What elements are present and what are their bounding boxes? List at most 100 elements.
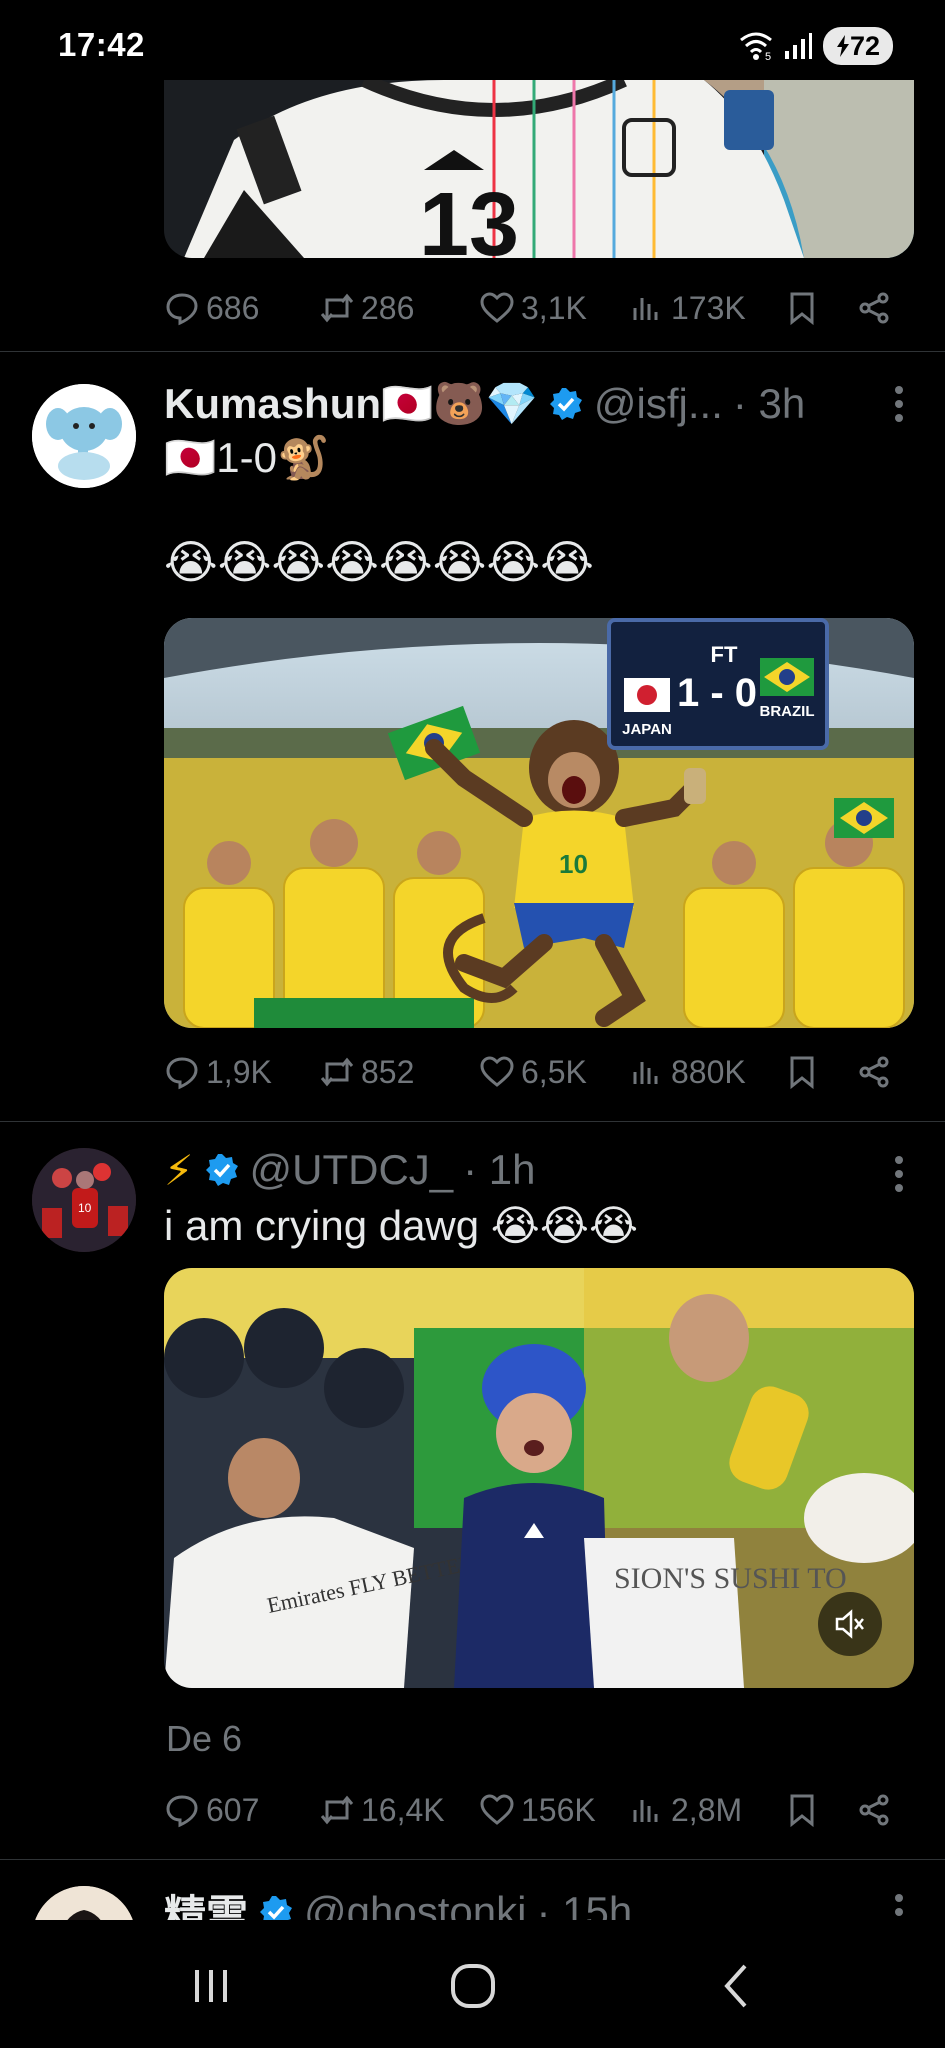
back-icon	[724, 1964, 747, 2008]
retweet-button[interactable]: 852	[319, 1054, 479, 1091]
retweet-icon	[320, 1057, 354, 1087]
battery-indicator: 72	[823, 27, 893, 65]
display-name[interactable]: Kumashun🇯🇵🐻💎	[164, 380, 538, 429]
handle[interactable]: @UTDCJ_	[250, 1146, 454, 1194]
svg-text:13: 13	[419, 175, 519, 258]
reply-count: 1,9K	[206, 1053, 272, 1090]
monkey-celebration-image: 10 FT 1 - 0 JAPAN BRAZIL	[164, 618, 914, 1028]
like-button[interactable]: 6,5K	[479, 1054, 629, 1091]
reply-icon	[166, 293, 198, 326]
share-icon	[859, 1794, 889, 1826]
tweet-date-text: De 6	[166, 1718, 243, 1759]
handle[interactable]: @isfj...	[594, 380, 723, 428]
reply-button[interactable]: 607	[164, 1792, 319, 1829]
status-time: 17:42	[58, 26, 145, 63]
tweet-actions: 1,9K 852 6,5K 880K	[164, 1050, 914, 1094]
status-icons: 5 72	[739, 26, 893, 66]
tweet-text: i am crying dawg 😭😭😭	[164, 1202, 639, 1249]
tweet-media-image[interactable]: 13	[164, 80, 914, 258]
reply-button[interactable]: 1,9K	[164, 1054, 319, 1091]
tweet-media-image[interactable]: 10 FT 1 - 0 JAPAN BRAZIL	[164, 618, 914, 1028]
tweet[interactable]: Kumashun🇯🇵🐻💎 @isfj... · 3h 🇯🇵1-0🐒 😭😭😭😭😭😭…	[0, 352, 945, 1122]
avatar-football-image: 10	[32, 1148, 136, 1252]
wifi-icon: 5	[740, 32, 772, 62]
system-navigation-bar	[0, 1920, 945, 2048]
retweet-count: 286	[361, 289, 415, 326]
like-button[interactable]: 156K	[479, 1792, 629, 1829]
bookmark-icon	[790, 1794, 814, 1828]
sign-text: SION'S SUSHI TO	[614, 1562, 847, 1595]
like-count: 3,1K	[521, 289, 587, 326]
battery-level: 72	[849, 30, 881, 61]
avatar[interactable]	[32, 384, 136, 488]
timestamp[interactable]: · 1h	[463, 1146, 535, 1194]
tweet-text: 🇯🇵1-0🐒 😭😭😭😭😭😭😭😭	[164, 432, 594, 588]
jersey-photo: 13	[164, 80, 914, 258]
svg-text:5: 5	[765, 51, 771, 62]
tweet-media-video[interactable]: Emirates FLY BETTER SION'S SUSHI TO	[164, 1268, 914, 1688]
tweet-text-line: 🇯🇵1-0🐒	[164, 434, 330, 481]
views-icon	[633, 1062, 658, 1084]
scoreboard-label: FT	[711, 642, 738, 667]
back-button[interactable]	[704, 1958, 770, 2014]
reply-button[interactable]: 686	[164, 290, 319, 327]
verified-badge-icon	[549, 388, 582, 420]
tweet-actions: 686 286 3,1K 173K	[164, 286, 914, 330]
heart-icon	[480, 1056, 514, 1087]
reply-icon	[166, 1057, 198, 1090]
reply-icon	[166, 1795, 198, 1828]
scoreboard-team-left: JAPAN	[622, 721, 672, 738]
bookmark-button[interactable]	[784, 290, 856, 326]
avatar-elephant-image	[32, 384, 136, 488]
views-icon	[633, 1800, 658, 1822]
recent-apps-icon	[195, 1970, 227, 2002]
home-icon	[451, 1964, 495, 2008]
status-bar: 17:42 5 72	[0, 0, 945, 80]
retweet-button[interactable]: 16,4K	[319, 1792, 479, 1829]
share-icon	[859, 292, 889, 324]
views-button[interactable]: 880K	[629, 1054, 784, 1091]
bookmark-button[interactable]	[784, 1792, 856, 1828]
signal-icon	[785, 33, 812, 59]
muted-speaker-icon	[835, 1609, 864, 1639]
more-options-icon[interactable]	[893, 386, 905, 422]
heart-icon	[480, 292, 514, 323]
reply-count: 686	[206, 289, 260, 326]
like-count: 6,5K	[521, 1053, 587, 1090]
retweet-count: 16,4K	[361, 1791, 445, 1828]
like-button[interactable]: 3,1K	[479, 290, 629, 327]
bookmark-icon	[790, 1056, 814, 1090]
mute-button[interactable]	[818, 1592, 882, 1656]
bookmark-button[interactable]	[784, 1054, 856, 1090]
svg-text:10: 10	[78, 1201, 92, 1215]
retweet-count: 852	[361, 1053, 415, 1090]
retweet-button[interactable]: 286	[319, 290, 479, 327]
recent-apps-button[interactable]	[176, 1958, 246, 2014]
tweet-text-line: 😭😭😭😭😭😭😭😭	[164, 536, 594, 588]
verified-badge-icon	[205, 1154, 238, 1186]
tweet[interactable]: 10 ⚡ @UTDCJ_ · 1h i am crying dawg 😭😭😭 E…	[0, 1122, 945, 1860]
share-icon	[859, 1056, 889, 1088]
home-button[interactable]	[440, 1956, 506, 2016]
views-button[interactable]: 2,8M	[629, 1792, 784, 1829]
tweet-actions: 607 16,4K 156K 2,8M	[164, 1788, 914, 1832]
share-button[interactable]	[856, 290, 892, 326]
share-button[interactable]	[856, 1792, 892, 1828]
view-count: 880K	[671, 1053, 746, 1090]
bookmark-icon	[790, 292, 814, 326]
jersey-number: 10	[559, 849, 588, 879]
views-icon	[633, 298, 658, 320]
avatar[interactable]: 10	[32, 1148, 136, 1252]
view-count: 2,8M	[671, 1791, 743, 1828]
tweet-header: Kumashun🇯🇵🐻💎 @isfj... · 3h	[164, 376, 805, 432]
timestamp[interactable]: · 3h	[733, 380, 805, 428]
share-button[interactable]	[856, 1054, 892, 1090]
crying-fans-video-frame: Emirates FLY BETTER SION'S SUSHI TO	[164, 1268, 914, 1688]
heart-icon	[480, 1794, 514, 1825]
scoreboard-team-right: BRAZIL	[760, 703, 815, 720]
display-name[interactable]: ⚡	[164, 1146, 194, 1195]
more-options-icon[interactable]	[893, 1156, 905, 1192]
views-button[interactable]: 173K	[629, 290, 784, 327]
charging-bolt-icon	[836, 35, 849, 57]
like-count: 156K	[521, 1791, 596, 1828]
